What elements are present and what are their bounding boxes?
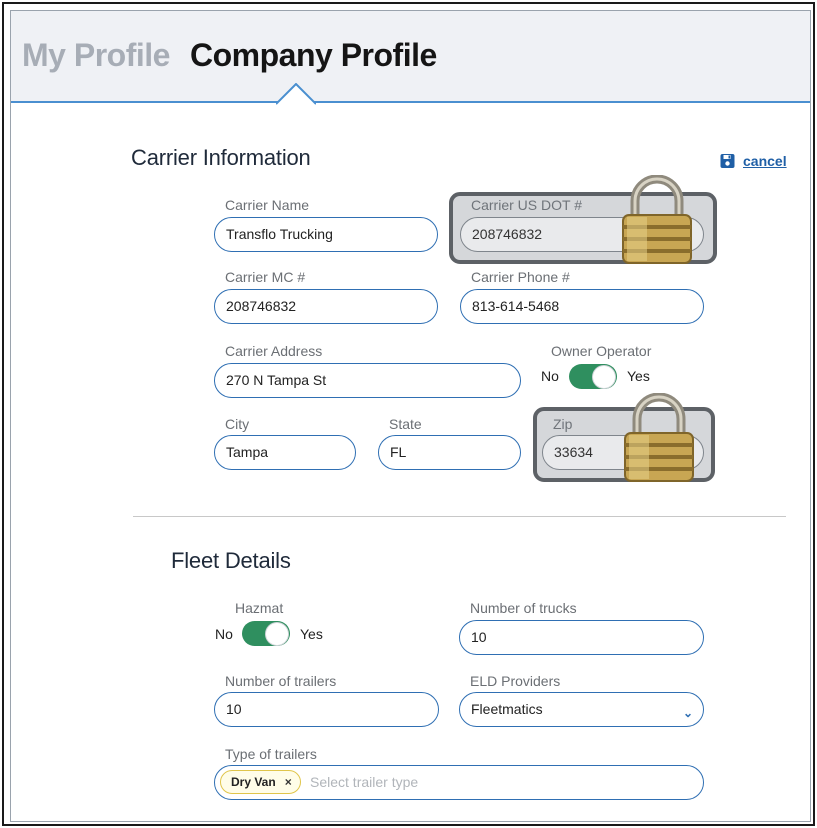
hazmat-no-label: No (215, 626, 233, 642)
carrier-phone-field[interactable]: 813-614-5468 (460, 289, 704, 324)
state-field[interactable]: FL (378, 435, 521, 470)
carrier-dot-label: Carrier US DOT # (471, 197, 582, 213)
eld-providers-value: Fleetmatics (471, 701, 543, 717)
carrier-name-label: Carrier Name (225, 197, 310, 213)
fleet-details-title: Fleet Details (171, 548, 291, 573)
screenshot-frame: My Profile Company Profile Carrier Infor… (2, 2, 815, 826)
carrier-mc-field[interactable]: 208746832 (214, 289, 438, 324)
type-of-trailers-label: Type of trailers (225, 746, 317, 762)
number-of-trucks-label: Number of trucks (470, 600, 577, 616)
padlock-icon (624, 393, 694, 482)
state-label: State (389, 416, 422, 432)
trailer-type-placeholder: Select trailer type (310, 774, 419, 790)
number-of-trucks-field[interactable]: 10 (459, 620, 704, 655)
carrier-info-title: Carrier Information (131, 145, 311, 170)
tab-my-profile[interactable]: My Profile (22, 37, 170, 74)
section-divider (133, 516, 786, 517)
profile-header: My Profile Company Profile (11, 11, 810, 103)
close-icon[interactable]: × (285, 766, 292, 798)
toggle-knob (593, 365, 615, 388)
number-of-trailers-label: Number of trailers (225, 673, 337, 689)
carrier-mc-label: Carrier MC # (225, 269, 306, 285)
owner-operator-yes-label: Yes (627, 368, 650, 384)
eld-providers-label: ELD Providers (470, 673, 561, 689)
city-label: City (225, 416, 250, 432)
chip-label: Dry Van (231, 775, 276, 789)
carrier-phone-label: Carrier Phone # (471, 269, 570, 285)
city-field[interactable]: Tampa (214, 435, 356, 470)
carrier-name-field[interactable]: Transflo Trucking (214, 217, 438, 252)
trailer-chip-dry-van[interactable]: Dry Van × (220, 770, 301, 794)
hazmat-toggle[interactable] (242, 621, 290, 646)
carrier-address-field[interactable]: 270 N Tampa St (214, 363, 521, 398)
cancel-label: cancel (743, 153, 787, 169)
app-window: My Profile Company Profile Carrier Infor… (10, 10, 811, 822)
hazmat-label: Hazmat (235, 600, 284, 616)
trailer-type-select[interactable]: Dry Van × Select trailer type (214, 765, 704, 800)
owner-operator-label: Owner Operator (551, 343, 652, 359)
cancel-link[interactable]: cancel (719, 153, 787, 169)
owner-operator-toggle[interactable] (569, 364, 617, 389)
toggle-knob (266, 622, 288, 645)
tab-company-profile[interactable]: Company Profile (190, 37, 437, 74)
floppy-disk-icon (720, 154, 735, 168)
number-of-trailers-field[interactable]: 10 (214, 692, 439, 727)
eld-providers-select[interactable]: Fleetmatics ⌄ (459, 692, 704, 727)
chevron-down-icon[interactable]: ⌄ (683, 697, 693, 726)
owner-operator-no-label: No (541, 368, 559, 384)
zip-label: Zip (553, 416, 573, 432)
padlock-icon (622, 175, 692, 264)
carrier-address-label: Carrier Address (225, 343, 323, 359)
hazmat-yes-label: Yes (300, 626, 323, 642)
active-tab-indicator (276, 83, 316, 105)
